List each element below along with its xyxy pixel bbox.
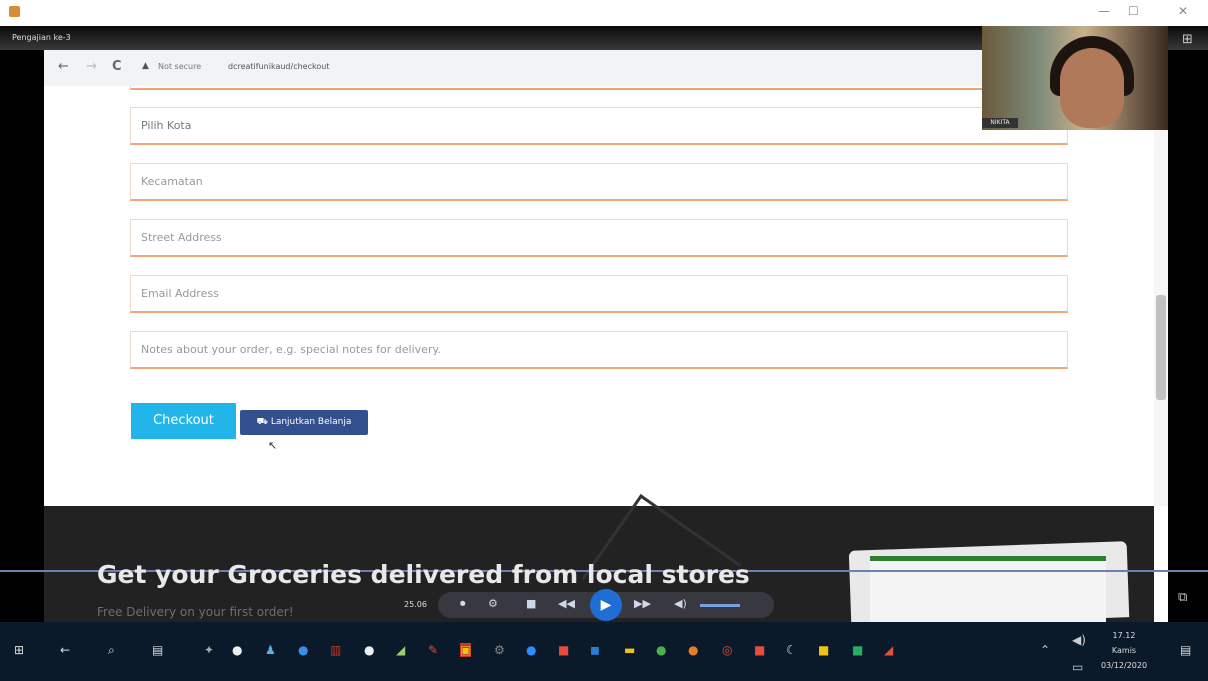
pdf-icon[interactable]: ✎: [428, 643, 438, 657]
share-frame-left: [0, 26, 44, 622]
word-icon[interactable]: ◼: [590, 643, 600, 657]
app-icon-21[interactable]: ◢: [884, 643, 893, 657]
app-icon-6[interactable]: ◢: [396, 643, 405, 657]
city-placeholder: Pilih Kota: [141, 119, 192, 132]
app-icon-16[interactable]: ◎: [722, 643, 732, 657]
fast-forward-icon[interactable]: ▶▶: [634, 597, 651, 610]
app-icon-19[interactable]: ■: [818, 643, 829, 657]
notes-placeholder: Notes about your order, e.g. special not…: [141, 343, 441, 356]
firefox-icon[interactable]: ●: [688, 643, 698, 657]
banner-title: Get your Groceries delivered from local …: [97, 560, 750, 589]
webcam-name-label: NIKITA: [982, 118, 1018, 128]
folder-icon[interactable]: ▬: [624, 643, 635, 657]
speaker-icon[interactable]: ◀): [1072, 633, 1086, 647]
media-time: 25.06: [404, 600, 427, 609]
scrollbar-thumb[interactable]: [1156, 295, 1166, 400]
app-icon-17[interactable]: ■: [754, 643, 765, 657]
app-icon-4[interactable]: ▥: [330, 643, 341, 657]
clock-time[interactable]: 17.12: [1100, 631, 1148, 640]
maximize-button[interactable]: ☐: [1128, 4, 1139, 18]
stop-icon[interactable]: ■: [526, 597, 536, 610]
chrome-icon[interactable]: ●: [656, 643, 666, 657]
checkout-button[interactable]: Checkout: [131, 403, 236, 439]
street-address-input[interactable]: Street Address: [130, 219, 1068, 257]
app-icon-5[interactable]: ●: [364, 643, 374, 657]
settings-gear-icon[interactable]: ⚙: [494, 643, 505, 657]
order-notes-input[interactable]: Notes about your order, e.g. special not…: [130, 331, 1068, 369]
forward-icon[interactable]: →: [86, 59, 97, 74]
mouse-cursor-icon: ↖: [268, 439, 278, 452]
app-icon-2[interactable]: ♟: [265, 643, 276, 657]
app-icon-1[interactable]: ●: [232, 643, 242, 657]
reload-icon[interactable]: C: [112, 59, 122, 74]
street-placeholder: Street Address: [141, 231, 222, 244]
close-button[interactable]: ✕: [1178, 4, 1188, 18]
clock-day[interactable]: Kamis: [1100, 646, 1148, 655]
session-title: Pengajian ke-3: [12, 33, 71, 42]
app-icon-18[interactable]: ☾: [786, 643, 797, 657]
start-icon[interactable]: ⊞: [14, 643, 24, 657]
grid-view-icon[interactable]: ⊞: [1182, 32, 1193, 47]
volume-slider[interactable]: [700, 604, 740, 607]
email-placeholder: Email Address: [141, 287, 219, 300]
zoom-icon[interactable]: ●: [526, 643, 536, 657]
windows-taskbar: [0, 622, 1208, 681]
banner-subtitle: Free Delivery on your first order!: [97, 605, 294, 619]
webcam-person-face: [1060, 48, 1124, 128]
continue-shopping-button[interactable]: ⛟ Lanjutkan Belanja: [240, 410, 368, 435]
settings-icon[interactable]: ⚙: [488, 597, 498, 610]
back-icon[interactable]: ←: [58, 59, 69, 74]
app-icon-3[interactable]: ●: [298, 643, 308, 657]
chevron-up-icon[interactable]: ⌃: [1040, 643, 1050, 657]
record-icon[interactable]: ⏺: [460, 597, 466, 611]
previous-field-edge: [130, 86, 1068, 90]
clock-date[interactable]: 03/12/2020: [1100, 661, 1148, 670]
window-titlebar: — ☐ ✕: [0, 0, 1208, 26]
popout-icon[interactable]: ⧉: [1178, 590, 1187, 605]
url-text[interactable]: dcreatifunikaud/checkout: [228, 62, 329, 71]
minimize-button[interactable]: —: [1098, 4, 1110, 18]
district-placeholder: Kecamatan: [141, 175, 203, 188]
warning-icon: ▲: [142, 61, 149, 71]
volume-icon[interactable]: ◀): [674, 597, 687, 610]
back-arrow-icon[interactable]: ←: [60, 643, 70, 657]
excel-icon[interactable]: ■: [852, 643, 863, 657]
play-button[interactable]: ▶: [590, 589, 622, 621]
email-address-input[interactable]: Email Address: [130, 275, 1068, 313]
laptop-screen: [870, 556, 1106, 627]
app-icon-11[interactable]: ■: [558, 643, 569, 657]
share-frame-right: [1168, 26, 1208, 622]
pin-icon[interactable]: ✦: [204, 643, 214, 657]
network-icon[interactable]: ▭: [1072, 660, 1083, 674]
district-input[interactable]: Kecamatan: [130, 163, 1068, 201]
search-icon[interactable]: ⌕: [108, 643, 115, 658]
city-select[interactable]: Pilih Kota: [130, 107, 1068, 145]
app-icon: [9, 6, 20, 17]
app-icon-8[interactable]: ▣: [460, 643, 472, 657]
notification-icon[interactable]: ▤: [1180, 643, 1191, 657]
security-label[interactable]: Not secure: [158, 62, 201, 71]
rewind-icon[interactable]: ◀◀: [558, 597, 575, 610]
cart-icon: ⛟: [256, 417, 271, 427]
task-view-icon[interactable]: ▤: [152, 643, 163, 657]
